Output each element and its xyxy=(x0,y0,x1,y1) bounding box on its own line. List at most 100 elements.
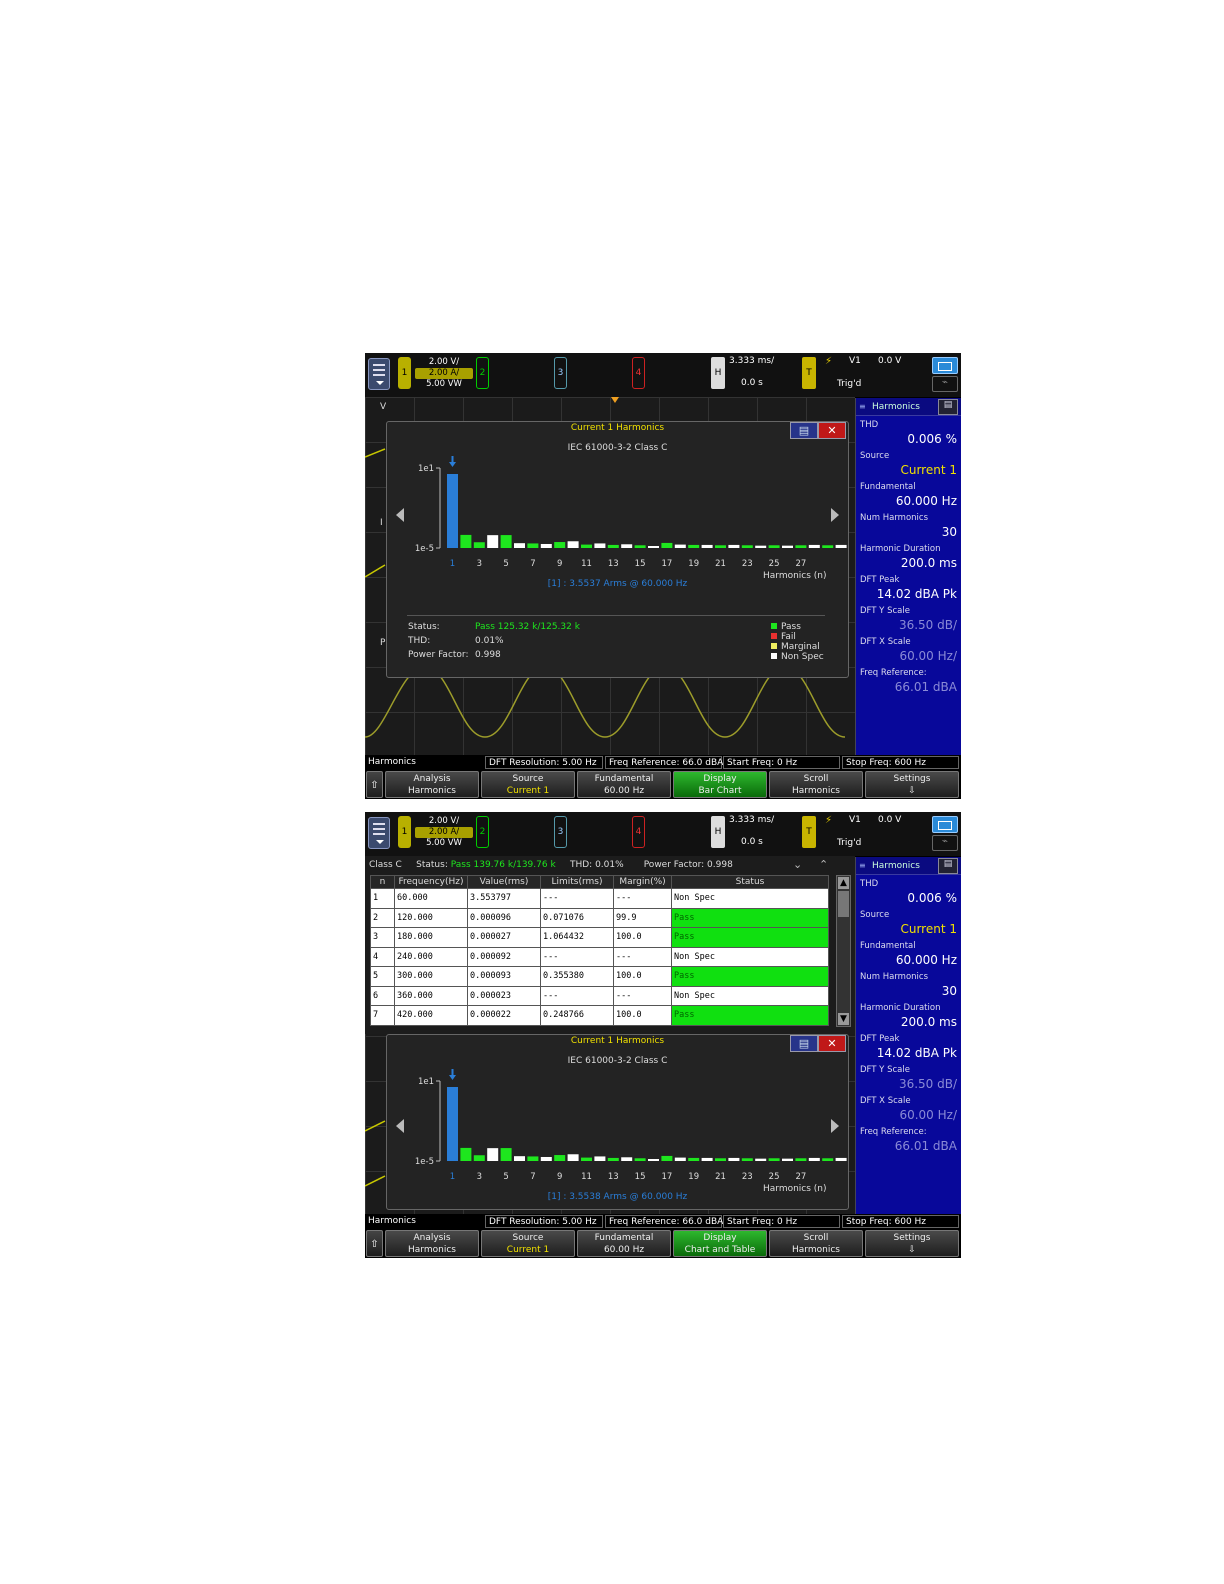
trigger-state: Trig'd xyxy=(837,838,862,848)
display-mode-icon[interactable] xyxy=(932,816,958,833)
side-panel-value[interactable]: 200.0 ms xyxy=(901,1015,957,1029)
horizontal-button[interactable]: H xyxy=(711,357,725,389)
channel-1-button[interactable]: 1 xyxy=(398,816,411,848)
side-panel-value[interactable]: Current 1 xyxy=(900,463,957,477)
scroll-up-icon[interactable]: ▲ xyxy=(838,877,849,889)
harmonics-table: n Frequency(Hz) Value(rms) Limits(rms) Margi… xyxy=(370,875,829,1026)
freq-reference: Freq Reference: 66.0 dBA xyxy=(605,1215,723,1228)
panel-menu-icon[interactable]: ▤ xyxy=(938,858,958,874)
side-panel-value[interactable]: 0.006 % xyxy=(907,432,957,446)
waveform-mode-icon[interactable]: ⌁ xyxy=(932,835,958,851)
source-softkey[interactable]: Source Current 1 xyxy=(481,771,575,798)
scroll-softkey[interactable]: Scroll Harmonics xyxy=(769,771,863,798)
analysis-softkey[interactable]: Analysis Harmonics xyxy=(385,1230,479,1257)
table-cell: --- xyxy=(540,946,614,967)
scroll-down-icon[interactable]: ▼ xyxy=(838,1013,849,1025)
table-row[interactable]: 1 60.000 3.553797 --- --- Non Spec xyxy=(370,888,829,909)
waveform-mode-icon[interactable]: ⌁ xyxy=(932,376,958,392)
table-cell: 99.9 xyxy=(613,907,672,928)
channel-2-button[interactable]: 2 xyxy=(476,816,489,848)
side-panel-label: THD xyxy=(860,879,879,889)
table-header-row: n Frequency(Hz) Value(rms) Limits(rms) Margi… xyxy=(370,875,829,889)
table-row[interactable]: 6 360.000 0.000023 --- --- Non Spec xyxy=(370,985,829,1006)
status-value: Pass 125.32 k/125.32 k xyxy=(475,622,580,632)
column-header[interactable]: Limits(rms) xyxy=(540,875,614,889)
collapse-down-icon[interactable]: ⌄ xyxy=(793,858,802,871)
side-panel-value[interactable]: 36.50 dB/ xyxy=(899,1077,957,1091)
fundamental-softkey[interactable]: Fundamental 60.00 Hz xyxy=(577,771,671,798)
panel-menu-icon[interactable]: ▤ xyxy=(938,399,958,415)
channel-2-button[interactable]: 2 xyxy=(476,357,489,389)
scroll-thumb[interactable] xyxy=(838,891,849,917)
side-panel-value[interactable]: 30 xyxy=(942,525,957,539)
display-softkey[interactable]: Display Bar Chart xyxy=(673,771,767,798)
side-panel-value[interactable]: 200.0 ms xyxy=(901,556,957,570)
side-panel-label: DFT Y Scale xyxy=(860,606,910,616)
x-tick-label: 11 xyxy=(581,1172,592,1182)
back-arrow-icon[interactable]: ⇧ xyxy=(366,1230,383,1257)
column-header[interactable]: Status xyxy=(671,875,829,889)
harmonics-dialog: Current 1 Harmonics ▤ ✕ IEC 61000-3-2 Cl… xyxy=(386,421,849,678)
bar-harmonic-4 xyxy=(487,535,499,548)
bar-harmonic-24 xyxy=(755,545,767,548)
side-panel-value[interactable]: 60.000 Hz xyxy=(896,494,957,508)
display-mode-icon[interactable] xyxy=(932,357,958,374)
settings-softkey[interactable]: Settings ⇩ xyxy=(865,771,959,798)
side-panel-label: Fundamental xyxy=(860,482,916,492)
table-row[interactable]: 7 420.000 0.000022 0.248766 100.0 Pass xyxy=(370,1005,829,1026)
table-row[interactable]: 5 300.000 0.000093 0.355380 100.0 Pass xyxy=(370,966,829,987)
main-menu-button[interactable] xyxy=(368,817,390,849)
scope-screen-chart-and-table: 1 2.00 V/ 2.00 A/ 5.00 VW 2 3 4 H 3.333 … xyxy=(365,812,961,1258)
harmonics-table-panel: Class C Status: Pass 139.76 k/139.76 k T… xyxy=(365,856,855,1034)
side-panel-value[interactable]: 14.02 dBA Pk xyxy=(877,587,957,601)
table-row[interactable]: 2 120.000 0.000096 0.071076 99.9 Pass xyxy=(370,907,829,928)
back-arrow-icon[interactable]: ⇧ xyxy=(366,771,383,798)
table-row[interactable]: 4 240.000 0.000092 --- --- Non Spec xyxy=(370,946,829,967)
bar-harmonic-29 xyxy=(822,545,834,548)
x-tick-label: 25 xyxy=(769,1172,780,1182)
side-panel-value[interactable]: 60.00 Hz/ xyxy=(899,1108,957,1122)
side-panel-title: Harmonics xyxy=(872,402,920,412)
side-panel-title: Harmonics xyxy=(872,861,920,871)
scroll-softkey[interactable]: Scroll Harmonics xyxy=(769,1230,863,1257)
bar-harmonic-25 xyxy=(768,1158,780,1161)
column-header[interactable]: Margin(%) xyxy=(613,875,672,889)
side-panel-value[interactable]: 66.01 dBA xyxy=(895,680,957,694)
column-header[interactable]: Value(rms) xyxy=(467,875,541,889)
settings-softkey[interactable]: Settings ⇩ xyxy=(865,1230,959,1257)
bar-harmonic-10 xyxy=(567,541,579,548)
channel-3-button[interactable]: 3 xyxy=(554,357,567,389)
side-panel-value[interactable]: 66.01 dBA xyxy=(895,1139,957,1153)
channel-4-button[interactable]: 4 xyxy=(632,357,645,389)
x-tick-label: 17 xyxy=(661,1172,672,1182)
cursor-arrow-icon xyxy=(449,462,456,467)
drag-handle-icon[interactable]: ≡ xyxy=(859,861,866,870)
table-row[interactable]: 3 180.000 0.000027 1.064432 100.0 Pass xyxy=(370,927,829,948)
x-tick-label: 11 xyxy=(581,559,592,569)
main-menu-button[interactable] xyxy=(368,358,390,390)
drag-handle-icon[interactable]: ≡ xyxy=(859,402,866,411)
channel-4-button[interactable]: 4 xyxy=(632,816,645,848)
side-panel-value[interactable]: Current 1 xyxy=(900,922,957,936)
table-scrollbar[interactable]: ▲ ▼ xyxy=(836,875,851,1027)
x-tick-label: 15 xyxy=(635,1172,646,1182)
expand-up-icon[interactable]: ⌃ xyxy=(819,858,828,871)
side-panel-value[interactable]: 60.00 Hz/ xyxy=(899,649,957,663)
side-panel-value[interactable]: 0.006 % xyxy=(907,891,957,905)
side-panel-value[interactable]: 36.50 dB/ xyxy=(899,618,957,632)
horizontal-button[interactable]: H xyxy=(711,816,725,848)
display-softkey[interactable]: Display Chart and Table xyxy=(673,1230,767,1257)
channel-1-button[interactable]: 1 xyxy=(398,357,411,389)
column-header[interactable]: n xyxy=(370,875,395,889)
trigger-button[interactable]: T xyxy=(802,357,816,389)
source-softkey[interactable]: Source Current 1 xyxy=(481,1230,575,1257)
trigger-button[interactable]: T xyxy=(802,816,816,848)
side-panel-value[interactable]: 60.000 Hz xyxy=(896,953,957,967)
analysis-softkey[interactable]: Analysis Harmonics xyxy=(385,771,479,798)
side-panel-value[interactable]: 14.02 dBA Pk xyxy=(877,1046,957,1060)
fundamental-softkey[interactable]: Fundamental 60.00 Hz xyxy=(577,1230,671,1257)
side-panel-value[interactable]: 30 xyxy=(942,984,957,998)
column-header[interactable]: Frequency(Hz) xyxy=(394,875,468,889)
channel-3-button[interactable]: 3 xyxy=(554,816,567,848)
softkey-value: Harmonics xyxy=(408,786,456,796)
